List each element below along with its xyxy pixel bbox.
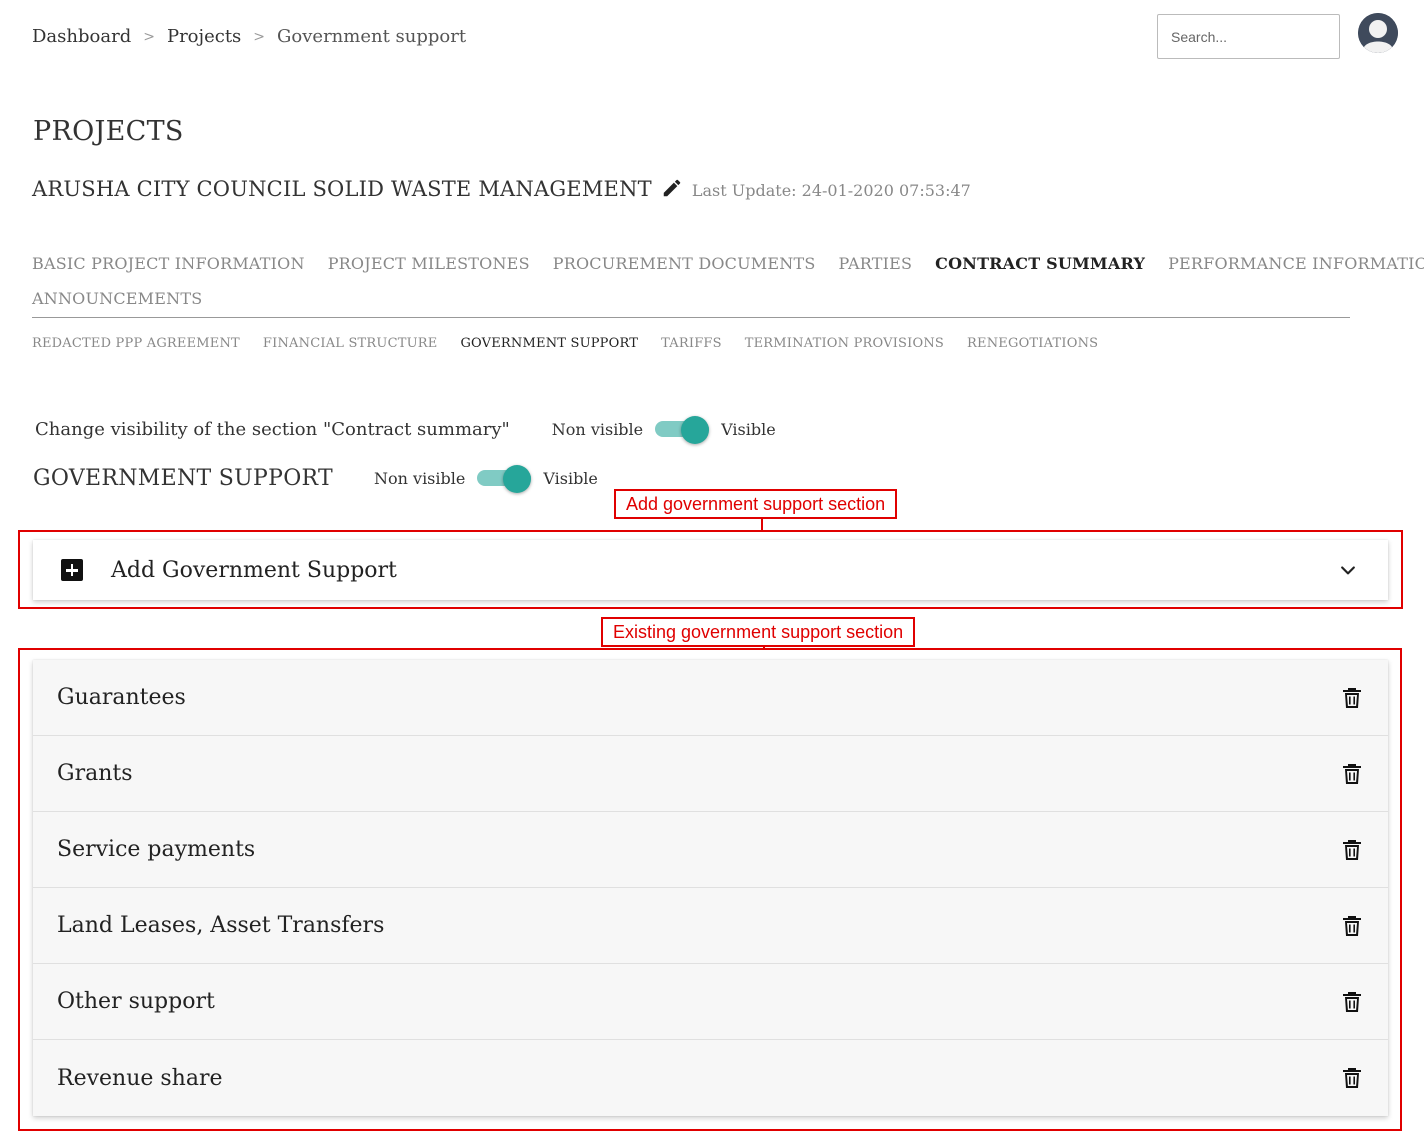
- list-item[interactable]: Revenue share: [33, 1040, 1388, 1116]
- visible-label: Visible: [543, 468, 598, 488]
- tabs-divider: [32, 317, 1350, 318]
- breadcrumb-current: Government support: [277, 26, 467, 47]
- project-name: ARUSHA CITY COUNCIL SOLID WASTE MANAGEME…: [32, 177, 652, 201]
- subtab-renegotiations[interactable]: RENEGOTIATIONS: [967, 336, 1098, 351]
- sub-tabs: REDACTED PPP AGREEMENT FINANCIAL STRUCTU…: [32, 336, 1121, 351]
- section-title: GOVERNMENT SUPPORT: [33, 465, 333, 491]
- non-visible-label: Non visible: [551, 419, 644, 439]
- government-support-visibility-toggle[interactable]: [477, 465, 532, 493]
- tab-project-milestones[interactable]: PROJECT MILESTONES: [328, 254, 530, 273]
- trash-icon[interactable]: [1340, 838, 1364, 862]
- subtab-tariffs[interactable]: TARIFFS: [661, 336, 722, 351]
- contract-summary-visibility-toggle[interactable]: [655, 416, 710, 444]
- plus-box-icon: [61, 559, 83, 581]
- breadcrumb-separator: >: [143, 28, 155, 45]
- government-support-list: Guarantees Grants Service payments Land …: [33, 660, 1388, 1116]
- tab-procurement-documents[interactable]: PROCUREMENT DOCUMENTS: [553, 254, 816, 273]
- user-avatar-icon: [1358, 13, 1398, 53]
- subtab-government-support[interactable]: GOVERNMENT SUPPORT: [460, 336, 638, 351]
- project-header: ARUSHA CITY COUNCIL SOLID WASTE MANAGEME…: [32, 174, 971, 201]
- avatar[interactable]: [1358, 13, 1398, 53]
- tab-parties[interactable]: PARTIES: [839, 254, 913, 273]
- add-government-support-panel[interactable]: Add Government Support: [33, 540, 1388, 600]
- trash-icon[interactable]: [1340, 914, 1364, 938]
- list-item[interactable]: Other support: [33, 964, 1388, 1040]
- support-item-name: Revenue share: [57, 1065, 223, 1091]
- trash-icon[interactable]: [1340, 1066, 1364, 1090]
- subtab-redacted-ppp-agreement[interactable]: REDACTED PPP AGREEMENT: [32, 336, 240, 351]
- page-title: PROJECTS: [33, 116, 184, 147]
- visible-label: Visible: [721, 419, 776, 439]
- add-government-support-label: Add Government Support: [111, 557, 397, 583]
- tab-contract-summary[interactable]: CONTRACT SUMMARY: [935, 254, 1145, 273]
- main-tabs: BASIC PROJECT INFORMATION PROJECT MILEST…: [32, 246, 1424, 316]
- search-input[interactable]: [1157, 14, 1340, 59]
- trash-icon[interactable]: [1340, 686, 1364, 710]
- tab-basic-project-information[interactable]: BASIC PROJECT INFORMATION: [32, 254, 305, 273]
- chevron-down-icon[interactable]: [1338, 560, 1358, 580]
- government-support-visibility: GOVERNMENT SUPPORT Non visible Visible: [33, 465, 598, 493]
- support-item-name: Other support: [57, 989, 215, 1014]
- support-item-name: Land Leases, Asset Transfers: [57, 913, 385, 938]
- list-item[interactable]: Grants: [33, 736, 1388, 812]
- trash-icon[interactable]: [1340, 762, 1364, 786]
- tab-performance-information[interactable]: PERFORMANCE INFORMATION: [1168, 254, 1424, 273]
- contract-summary-visibility: Change visibility of the section "Contra…: [35, 416, 776, 444]
- breadcrumb-projects[interactable]: Projects: [167, 26, 241, 47]
- trash-icon[interactable]: [1340, 990, 1364, 1014]
- support-item-name: Guarantees: [57, 685, 186, 710]
- annotation-add-section: Add government support section: [614, 489, 898, 519]
- contract-summary-visibility-label: Change visibility of the section "Contra…: [35, 418, 510, 440]
- list-item[interactable]: Service payments: [33, 812, 1388, 888]
- breadcrumb-separator: >: [253, 28, 266, 45]
- breadcrumb-dashboard[interactable]: Dashboard: [32, 26, 131, 47]
- list-item[interactable]: Land Leases, Asset Transfers: [33, 888, 1388, 964]
- annotation-existing-section: Existing government support section: [601, 617, 916, 647]
- breadcrumb: Dashboard > Projects > Government suppor…: [32, 26, 466, 47]
- subtab-financial-structure[interactable]: FINANCIAL STRUCTURE: [263, 336, 438, 351]
- list-item[interactable]: Guarantees: [33, 660, 1388, 736]
- toggle-knob: [681, 416, 710, 444]
- pencil-icon[interactable]: [661, 177, 683, 199]
- last-update: Last Update: 24-01-2020 07:53:47: [691, 181, 971, 200]
- subtab-termination-provisions[interactable]: TERMINATION PROVISIONS: [745, 336, 944, 351]
- non-visible-label: Non visible: [374, 468, 466, 488]
- support-item-name: Grants: [57, 761, 133, 786]
- tab-announcements[interactable]: ANNOUNCEMENTS: [32, 289, 202, 308]
- support-item-name: Service payments: [57, 837, 256, 862]
- toggle-knob: [503, 465, 532, 493]
